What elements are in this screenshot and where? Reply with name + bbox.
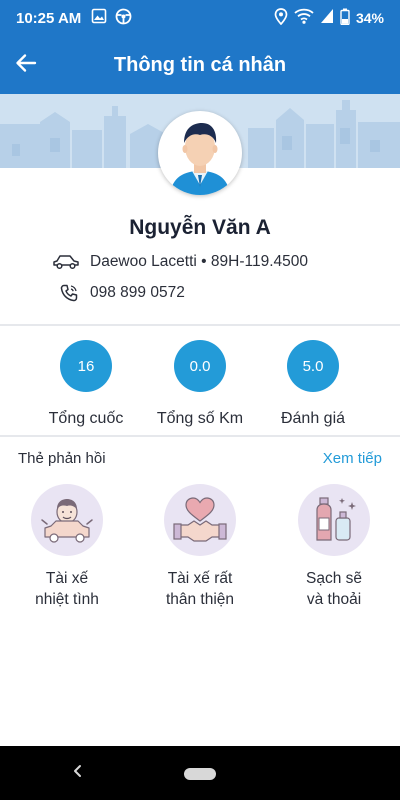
stat-trips: 16 Tổng cuốc [26,340,146,428]
app-bar: Thông tin cá nhân [0,36,400,94]
divider [0,324,400,326]
phone-icon [60,284,90,302]
see-more-link[interactable]: Xem tiếp [323,450,382,467]
system-nav-bar [0,746,400,800]
stat-rating-label: Đánh giá [280,410,346,427]
feedback-card-friendly[interactable]: Tài xế rất thân thiện [140,484,260,610]
user-name: Nguyễn Văn A [129,216,271,239]
signal-icon [320,8,334,28]
location-icon [274,7,288,29]
cleaning-products-icon [298,484,370,556]
stat-rating: 5.0 Đánh giá [253,340,373,428]
stat-rating-value: 5.0 [287,340,339,392]
feedback-card-enthusiastic[interactable]: Tài xế nhiệt tình [7,484,127,610]
nav-home-pill[interactable] [184,768,216,780]
stat-km: 0.0 Tổng số Km [140,340,260,428]
vehicle-text: Daewoo Lacetti • 89H-119.4500 [90,253,308,270]
feedback-label: Tài xế nhiệt tình [35,570,99,608]
battery-icon [340,8,350,29]
chevron-left-icon [72,764,84,783]
arrow-left-icon [14,51,38,80]
stat-km-label: Tổng số Km [156,410,244,427]
profile-screen: 10:25 AM 34% Thông tin cá nhân Nguyễn Vă… [0,0,400,800]
feedback-card-clean[interactable]: Sạch sẽ và thoải [274,484,394,610]
avatar[interactable] [158,111,242,195]
wifi-icon [294,8,314,28]
stat-trips-label: Tổng cuốc [48,410,124,427]
steering-wheel-icon [115,8,132,29]
status-bar: 10:25 AM 34% [0,0,400,36]
phone-info: 098 899 0572 [60,284,185,302]
phone-text: 098 899 0572 [90,284,185,301]
heart-handshake-icon [164,484,236,556]
feedback-label: Sạch sẽ và thoải [305,570,362,608]
stat-km-value: 0.0 [174,340,226,392]
vehicle-info: Daewoo Lacetti • 89H-119.4500 [52,253,308,271]
divider [0,435,400,437]
nav-back-button[interactable] [66,761,90,785]
enthusiastic-driver-icon [31,484,103,556]
back-button[interactable] [0,36,52,94]
feedback-label: Tài xế rất thân thiện [165,570,235,608]
driver-avatar-illustration [170,123,230,195]
car-icon [52,253,82,271]
stat-trips-value: 16 [60,340,112,392]
battery-percent: 34% [355,10,384,26]
feedback-title: Thẻ phản hồi [18,450,106,467]
status-time: 10:25 AM [16,9,82,27]
page-title: Thông tin cá nhân [113,53,287,76]
gallery-icon [91,8,107,28]
